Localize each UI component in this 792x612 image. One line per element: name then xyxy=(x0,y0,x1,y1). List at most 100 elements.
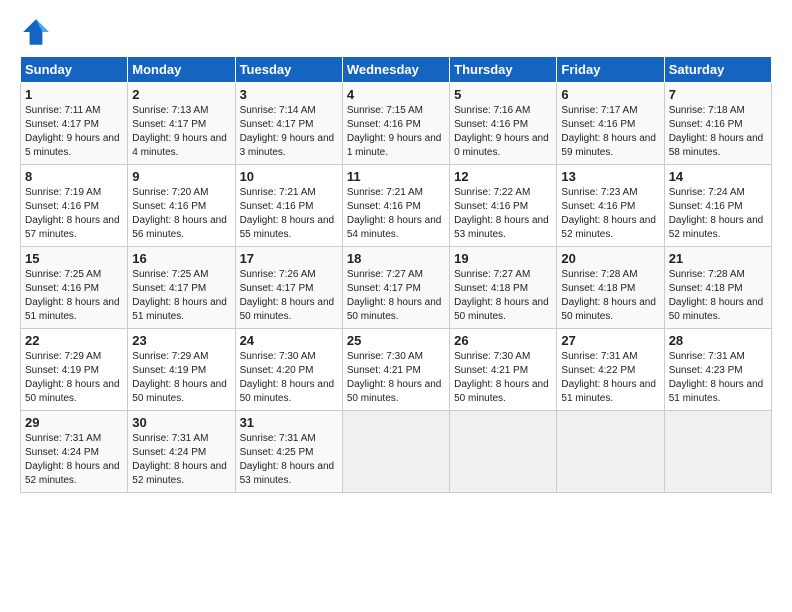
day-number: 18 xyxy=(347,251,445,266)
header-row: SundayMondayTuesdayWednesdayThursdayFrid… xyxy=(21,57,772,83)
calendar-cell: 24 Sunrise: 7:30 AMSunset: 4:20 PMDaylig… xyxy=(235,329,342,411)
calendar-cell: 19 Sunrise: 7:27 AMSunset: 4:18 PMDaylig… xyxy=(450,247,557,329)
calendar-cell: 2 Sunrise: 7:13 AMSunset: 4:17 PMDayligh… xyxy=(128,83,235,165)
day-number: 9 xyxy=(132,169,230,184)
calendar-cell: 3 Sunrise: 7:14 AMSunset: 4:17 PMDayligh… xyxy=(235,83,342,165)
calendar-cell: 7 Sunrise: 7:18 AMSunset: 4:16 PMDayligh… xyxy=(664,83,771,165)
day-number: 24 xyxy=(240,333,338,348)
day-info: Sunrise: 7:13 AMSunset: 4:17 PMDaylight:… xyxy=(132,105,227,158)
day-number: 14 xyxy=(669,169,767,184)
calendar-cell xyxy=(664,411,771,493)
calendar-cell: 21 Sunrise: 7:28 AMSunset: 4:18 PMDaylig… xyxy=(664,247,771,329)
calendar-cell: 8 Sunrise: 7:19 AMSunset: 4:16 PMDayligh… xyxy=(21,165,128,247)
calendar-cell: 10 Sunrise: 7:21 AMSunset: 4:16 PMDaylig… xyxy=(235,165,342,247)
day-number: 31 xyxy=(240,415,338,430)
day-number: 4 xyxy=(347,87,445,102)
calendar-cell xyxy=(450,411,557,493)
day-info: Sunrise: 7:31 AMSunset: 4:22 PMDaylight:… xyxy=(561,351,656,404)
day-info: Sunrise: 7:25 AMSunset: 4:17 PMDaylight:… xyxy=(132,269,227,322)
day-number: 20 xyxy=(561,251,659,266)
week-row-5: 29 Sunrise: 7:31 AMSunset: 4:24 PMDaylig… xyxy=(21,411,772,493)
calendar-cell: 27 Sunrise: 7:31 AMSunset: 4:22 PMDaylig… xyxy=(557,329,664,411)
day-info: Sunrise: 7:22 AMSunset: 4:16 PMDaylight:… xyxy=(454,187,549,240)
calendar-cell: 11 Sunrise: 7:21 AMSunset: 4:16 PMDaylig… xyxy=(342,165,449,247)
day-number: 25 xyxy=(347,333,445,348)
day-number: 12 xyxy=(454,169,552,184)
header-friday: Friday xyxy=(557,57,664,83)
day-info: Sunrise: 7:30 AMSunset: 4:21 PMDaylight:… xyxy=(454,351,549,404)
calendar-cell: 5 Sunrise: 7:16 AMSunset: 4:16 PMDayligh… xyxy=(450,83,557,165)
week-row-2: 8 Sunrise: 7:19 AMSunset: 4:16 PMDayligh… xyxy=(21,165,772,247)
calendar-cell xyxy=(342,411,449,493)
day-number: 30 xyxy=(132,415,230,430)
calendar-cell: 23 Sunrise: 7:29 AMSunset: 4:19 PMDaylig… xyxy=(128,329,235,411)
day-number: 21 xyxy=(669,251,767,266)
day-info: Sunrise: 7:23 AMSunset: 4:16 PMDaylight:… xyxy=(561,187,656,240)
day-number: 28 xyxy=(669,333,767,348)
day-number: 7 xyxy=(669,87,767,102)
day-number: 2 xyxy=(132,87,230,102)
day-info: Sunrise: 7:19 AMSunset: 4:16 PMDaylight:… xyxy=(25,187,120,240)
calendar-cell: 12 Sunrise: 7:22 AMSunset: 4:16 PMDaylig… xyxy=(450,165,557,247)
calendar-cell xyxy=(557,411,664,493)
day-number: 8 xyxy=(25,169,123,184)
header-monday: Monday xyxy=(128,57,235,83)
day-info: Sunrise: 7:18 AMSunset: 4:16 PMDaylight:… xyxy=(669,105,764,158)
day-info: Sunrise: 7:27 AMSunset: 4:17 PMDaylight:… xyxy=(347,269,442,322)
day-info: Sunrise: 7:21 AMSunset: 4:16 PMDaylight:… xyxy=(347,187,442,240)
calendar-cell: 17 Sunrise: 7:26 AMSunset: 4:17 PMDaylig… xyxy=(235,247,342,329)
calendar-cell: 31 Sunrise: 7:31 AMSunset: 4:25 PMDaylig… xyxy=(235,411,342,493)
day-number: 19 xyxy=(454,251,552,266)
day-info: Sunrise: 7:27 AMSunset: 4:18 PMDaylight:… xyxy=(454,269,549,322)
day-info: Sunrise: 7:29 AMSunset: 4:19 PMDaylight:… xyxy=(25,351,120,404)
day-info: Sunrise: 7:31 AMSunset: 4:24 PMDaylight:… xyxy=(132,433,227,486)
day-info: Sunrise: 7:14 AMSunset: 4:17 PMDaylight:… xyxy=(240,105,335,158)
day-info: Sunrise: 7:26 AMSunset: 4:17 PMDaylight:… xyxy=(240,269,335,322)
day-info: Sunrise: 7:31 AMSunset: 4:24 PMDaylight:… xyxy=(25,433,120,486)
day-number: 23 xyxy=(132,333,230,348)
day-number: 11 xyxy=(347,169,445,184)
day-info: Sunrise: 7:30 AMSunset: 4:21 PMDaylight:… xyxy=(347,351,442,404)
calendar-cell: 30 Sunrise: 7:31 AMSunset: 4:24 PMDaylig… xyxy=(128,411,235,493)
logo xyxy=(20,16,56,48)
header xyxy=(20,16,772,48)
day-info: Sunrise: 7:24 AMSunset: 4:16 PMDaylight:… xyxy=(669,187,764,240)
calendar-cell: 14 Sunrise: 7:24 AMSunset: 4:16 PMDaylig… xyxy=(664,165,771,247)
day-info: Sunrise: 7:28 AMSunset: 4:18 PMDaylight:… xyxy=(669,269,764,322)
header-thursday: Thursday xyxy=(450,57,557,83)
day-number: 22 xyxy=(25,333,123,348)
day-info: Sunrise: 7:31 AMSunset: 4:23 PMDaylight:… xyxy=(669,351,764,404)
logo-icon xyxy=(20,16,52,48)
day-number: 5 xyxy=(454,87,552,102)
day-info: Sunrise: 7:15 AMSunset: 4:16 PMDaylight:… xyxy=(347,105,442,158)
week-row-1: 1 Sunrise: 7:11 AMSunset: 4:17 PMDayligh… xyxy=(21,83,772,165)
day-info: Sunrise: 7:11 AMSunset: 4:17 PMDaylight:… xyxy=(25,105,120,158)
day-number: 15 xyxy=(25,251,123,266)
day-number: 1 xyxy=(25,87,123,102)
day-info: Sunrise: 7:16 AMSunset: 4:16 PMDaylight:… xyxy=(454,105,549,158)
day-info: Sunrise: 7:28 AMSunset: 4:18 PMDaylight:… xyxy=(561,269,656,322)
day-info: Sunrise: 7:31 AMSunset: 4:25 PMDaylight:… xyxy=(240,433,335,486)
day-info: Sunrise: 7:30 AMSunset: 4:20 PMDaylight:… xyxy=(240,351,335,404)
header-sunday: Sunday xyxy=(21,57,128,83)
calendar-cell: 13 Sunrise: 7:23 AMSunset: 4:16 PMDaylig… xyxy=(557,165,664,247)
day-info: Sunrise: 7:29 AMSunset: 4:19 PMDaylight:… xyxy=(132,351,227,404)
calendar-cell: 29 Sunrise: 7:31 AMSunset: 4:24 PMDaylig… xyxy=(21,411,128,493)
day-info: Sunrise: 7:21 AMSunset: 4:16 PMDaylight:… xyxy=(240,187,335,240)
day-info: Sunrise: 7:20 AMSunset: 4:16 PMDaylight:… xyxy=(132,187,227,240)
calendar-cell: 18 Sunrise: 7:27 AMSunset: 4:17 PMDaylig… xyxy=(342,247,449,329)
week-row-4: 22 Sunrise: 7:29 AMSunset: 4:19 PMDaylig… xyxy=(21,329,772,411)
header-saturday: Saturday xyxy=(664,57,771,83)
day-number: 10 xyxy=(240,169,338,184)
calendar-cell: 6 Sunrise: 7:17 AMSunset: 4:16 PMDayligh… xyxy=(557,83,664,165)
week-row-3: 15 Sunrise: 7:25 AMSunset: 4:16 PMDaylig… xyxy=(21,247,772,329)
calendar-cell: 28 Sunrise: 7:31 AMSunset: 4:23 PMDaylig… xyxy=(664,329,771,411)
calendar-table: SundayMondayTuesdayWednesdayThursdayFrid… xyxy=(20,56,772,493)
header-tuesday: Tuesday xyxy=(235,57,342,83)
calendar-cell: 9 Sunrise: 7:20 AMSunset: 4:16 PMDayligh… xyxy=(128,165,235,247)
day-number: 26 xyxy=(454,333,552,348)
calendar-cell: 15 Sunrise: 7:25 AMSunset: 4:16 PMDaylig… xyxy=(21,247,128,329)
day-number: 17 xyxy=(240,251,338,266)
day-number: 3 xyxy=(240,87,338,102)
day-info: Sunrise: 7:25 AMSunset: 4:16 PMDaylight:… xyxy=(25,269,120,322)
